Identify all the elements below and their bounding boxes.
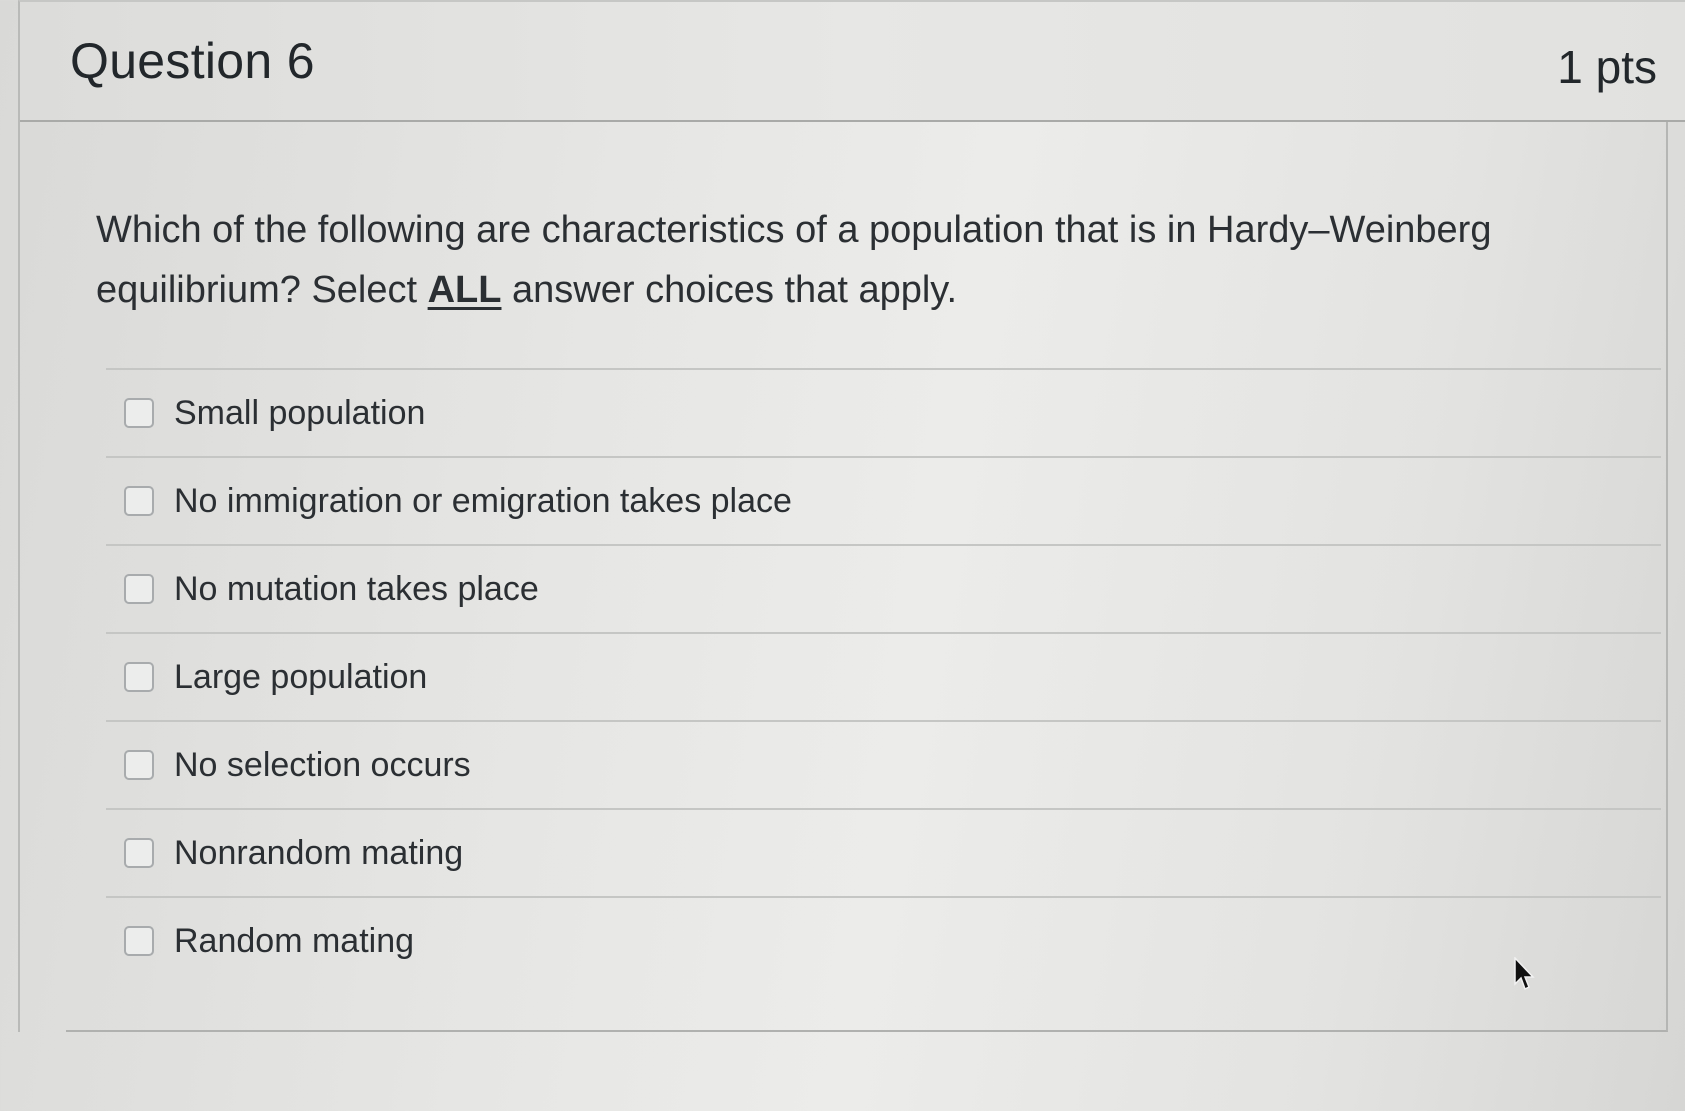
- answer-option-nonrandom-mating[interactable]: Nonrandom mating: [106, 808, 1661, 896]
- answer-label[interactable]: No immigration or emigration takes place: [174, 482, 792, 521]
- answer-label[interactable]: Small population: [174, 394, 425, 433]
- answer-option-small-population[interactable]: Small population: [106, 368, 1661, 456]
- mouse-pointer-icon: [1514, 957, 1535, 991]
- question-points: 1 pts: [1557, 41, 1657, 93]
- answer-checkbox[interactable]: [124, 486, 154, 516]
- question-body: Which of the following are characteristi…: [66, 122, 1668, 1032]
- answer-checkbox[interactable]: [124, 574, 154, 604]
- answer-label[interactable]: Random mating: [174, 922, 414, 961]
- question-text-part2: answer choices that apply.: [501, 269, 958, 311]
- question-card: Question 6 1 pts Which of the following …: [18, 0, 1685, 1032]
- question-prompt: Which of the following are characteristi…: [96, 200, 1576, 320]
- answer-checkbox[interactable]: [124, 838, 154, 868]
- question-text-emphasis: ALL: [427, 269, 502, 311]
- answer-option-no-migration[interactable]: No immigration or emigration takes place: [106, 456, 1661, 544]
- answer-checkbox[interactable]: [124, 926, 154, 956]
- answer-checkbox[interactable]: [124, 398, 154, 428]
- answer-option-no-selection[interactable]: No selection occurs: [106, 720, 1661, 808]
- question-title: Question 6: [70, 33, 315, 89]
- answer-label[interactable]: No selection occurs: [174, 746, 471, 785]
- answer-option-random-mating[interactable]: Random mating: [106, 896, 1661, 984]
- answer-option-no-mutation[interactable]: No mutation takes place: [106, 544, 1661, 632]
- answer-option-large-population[interactable]: Large population: [106, 632, 1661, 720]
- answer-list: Small population No immigration or emigr…: [106, 368, 1661, 984]
- answer-label[interactable]: No mutation takes place: [174, 570, 539, 609]
- answer-checkbox[interactable]: [124, 750, 154, 780]
- answer-checkbox[interactable]: [124, 662, 154, 692]
- answer-label[interactable]: Nonrandom mating: [174, 834, 463, 873]
- answer-label[interactable]: Large population: [174, 658, 427, 697]
- question-header: Question 6 1 pts: [20, 2, 1685, 122]
